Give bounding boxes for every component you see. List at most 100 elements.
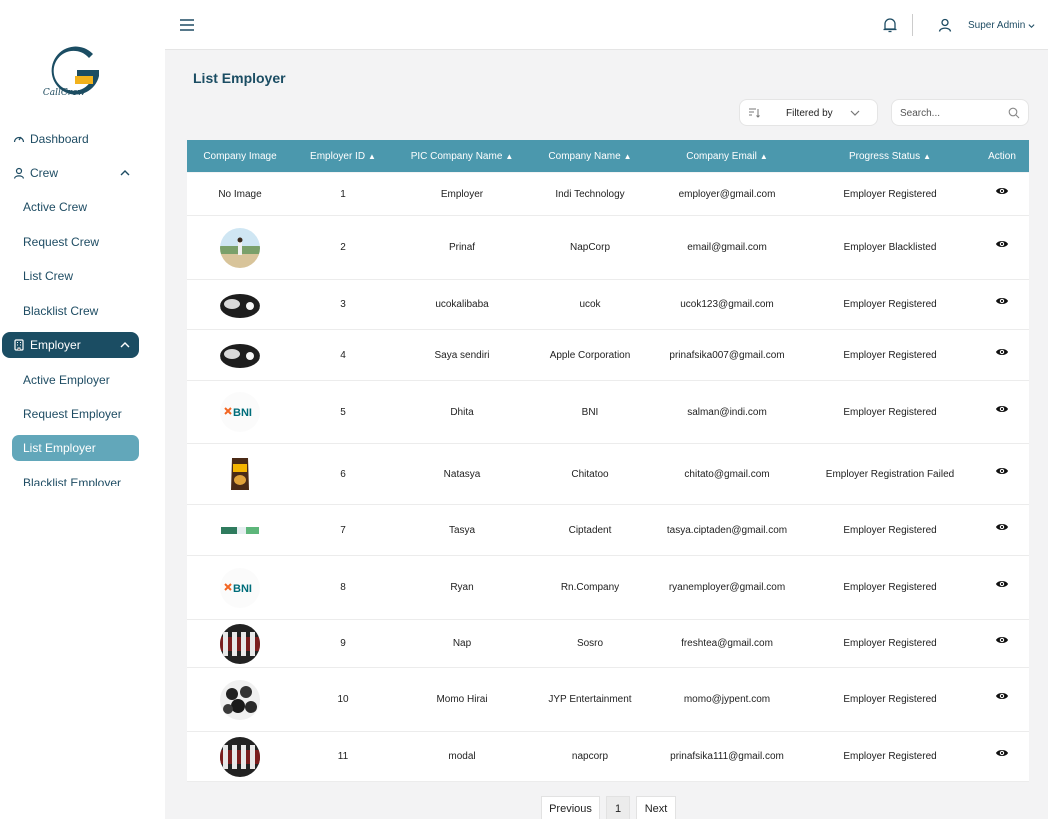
page-title: List Employer [193, 70, 286, 86]
cell-employer-id-text: 11 [337, 751, 349, 762]
cell-company-image [187, 216, 293, 279]
table-row: 3 ucokalibaba ucok ucok123@gmail.com Employe… [187, 280, 1029, 330]
topbar-divider [912, 14, 913, 36]
cell-company-name-text: Ciptadent [568, 524, 612, 536]
table-row: 9 Nap Sosro freshtea@gmail.com Employer Regi… [187, 620, 1029, 668]
company-logo-image: BNI [220, 567, 260, 608]
cell-company-image [187, 280, 293, 329]
sidebar-item-label: Blacklist Employer [23, 476, 122, 486]
eye-icon[interactable] [995, 184, 1009, 201]
search-icon[interactable] [1008, 107, 1020, 119]
eye-icon[interactable] [995, 294, 1009, 311]
cell-company-name: BNI [531, 381, 649, 443]
sidebar-item-label: Dashboard [30, 132, 89, 146]
eye-icon[interactable] [995, 689, 1009, 706]
cell-company-email: momo@jypent.com [649, 668, 805, 731]
sidebar-item-list-employer[interactable]: List Employer [12, 435, 139, 461]
sort-icon: ▲︎ [368, 151, 376, 161]
sort-filter-icon [749, 108, 760, 118]
cell-employer-id: 11 [293, 732, 393, 781]
user-name: Super Admin [968, 20, 1026, 31]
cell-progress-status: Employer Registration Failed [805, 444, 975, 504]
column-header-company-email[interactable]: Company Email ▲︎ [649, 140, 805, 172]
search-input[interactable] [900, 105, 1000, 121]
sidebar-item-request-employer[interactable]: Request Employer [23, 401, 122, 427]
sidebar-item-list-crew[interactable]: List Crew [23, 263, 73, 289]
search-box [891, 99, 1029, 126]
sidebar-item-dashboard[interactable]: Dashboard [12, 126, 139, 152]
table-row: 6 Natasya Chitatoo chitato@gmail.com Employe… [187, 444, 1029, 505]
cell-company-image: BNI [187, 556, 293, 619]
sidebar-item-employer[interactable]: Employer [2, 332, 139, 358]
cell-action [975, 330, 1029, 380]
cell-company-email: ucok123@gmail.com [649, 280, 805, 329]
pagination-page-button[interactable]: 1 [606, 796, 630, 819]
cell-company-image [187, 444, 293, 504]
column-header-employer-id[interactable]: Employer ID ▲︎ [293, 140, 393, 172]
cell-pic-company-name: ucokalibaba [393, 280, 531, 329]
pagination-previous-button[interactable]: Previous [541, 796, 600, 819]
sidebar-item-blacklist-employer[interactable]: Blacklist Employer [23, 470, 121, 486]
cell-pic-company-name: modal [393, 732, 531, 781]
bell-icon[interactable] [883, 17, 897, 33]
table-row: 4 Saya sendiri Apple Corporation prinafsika… [187, 330, 1029, 381]
sidebar-item-blacklist-crew[interactable]: Blacklist Crew [23, 298, 98, 324]
company-logo-image: BNI [220, 392, 260, 432]
cell-company-email-text: employer@gmail.com [678, 188, 776, 200]
pagination-next-button[interactable]: Next [636, 796, 676, 819]
cell-progress-status-text: Employer Registered [843, 349, 937, 361]
eye-icon[interactable] [995, 345, 1009, 362]
cell-employer-id-text: 5 [340, 406, 346, 418]
sidebar-nav: Dashboard Crew Active Crew Request Crew … [0, 124, 165, 486]
cell-company-name: Apple Corporation [531, 330, 649, 380]
eye-icon[interactable] [995, 577, 1009, 594]
table-row: 2 Prinaf NapCorp email@gmail.com Employer Bl… [187, 216, 1029, 280]
eye-icon[interactable] [995, 402, 1009, 419]
svg-text:BNI: BNI [233, 407, 252, 419]
company-logo-image [220, 679, 260, 720]
sidebar-item-active-crew[interactable]: Active Crew [23, 194, 87, 220]
cell-pic-company-name: Tasya [393, 505, 531, 555]
cell-employer-id: 8 [293, 556, 393, 619]
cell-company-name-text: napcorp [571, 751, 609, 762]
cell-progress-status-text: Employer Registered [843, 582, 937, 593]
cell-company-email: prinafsika111@gmail.com [649, 732, 805, 781]
eye-icon[interactable] [995, 464, 1009, 481]
cell-company-email-text: salman@indi.com [687, 406, 767, 418]
column-header-progress-status[interactable]: Progress Status ▲︎ [805, 140, 975, 172]
cell-progress-status-text: Employer Registration Failed [825, 468, 955, 480]
table-row: 7 Tasya Ciptadent tasya.ciptaden@gmail.com E… [187, 505, 1029, 556]
eye-icon[interactable] [995, 746, 1009, 763]
chevron-up-icon [120, 170, 130, 176]
filter-dropdown[interactable]: Filtered by [739, 99, 878, 126]
cell-company-name: Chitatoo [531, 444, 649, 504]
cell-pic-company-name-text: Employer [440, 188, 484, 200]
cell-company-name: ucok [531, 280, 649, 329]
company-logo-image [220, 284, 260, 325]
eye-icon[interactable] [995, 633, 1009, 650]
cell-company-name-text: BNI [581, 406, 599, 418]
cell-pic-company-name-text: ucokalibaba [435, 299, 489, 310]
cell-company-name-text: ucok [579, 299, 601, 310]
sidebar-item-crew[interactable]: Crew [12, 160, 139, 186]
column-header-company-name[interactable]: Company Name ▲︎ [531, 140, 649, 172]
cell-employer-id-text: 7 [340, 524, 346, 536]
sidebar-item-request-crew[interactable]: Request Crew [23, 229, 99, 255]
sidebar-item-active-employer[interactable]: Active Employer [23, 367, 110, 393]
user-menu[interactable]: Super Admin [968, 20, 1035, 31]
cell-company-name-text: Apple Corporation [549, 349, 631, 361]
cell-company-name: NapCorp [531, 216, 649, 279]
topbar: Super Admin [165, 0, 1048, 50]
cell-company-email: chitato@gmail.com [649, 444, 805, 504]
eye-icon[interactable] [995, 237, 1009, 254]
cell-company-name-text: NapCorp [569, 242, 611, 253]
cell-employer-id-text: 1 [340, 188, 346, 200]
hamburger-menu-icon[interactable] [180, 19, 194, 31]
filter-label: Filtered by [786, 108, 833, 119]
company-logo-image [220, 227, 260, 268]
eye-icon[interactable] [995, 520, 1009, 537]
column-header-pic-company-name[interactable]: PIC Company Name ▲︎ [393, 140, 531, 172]
user-icon[interactable] [938, 18, 952, 32]
cell-company-name: Rn.Company [531, 556, 649, 619]
cell-pic-company-name-text: Saya sendiri [434, 349, 490, 361]
